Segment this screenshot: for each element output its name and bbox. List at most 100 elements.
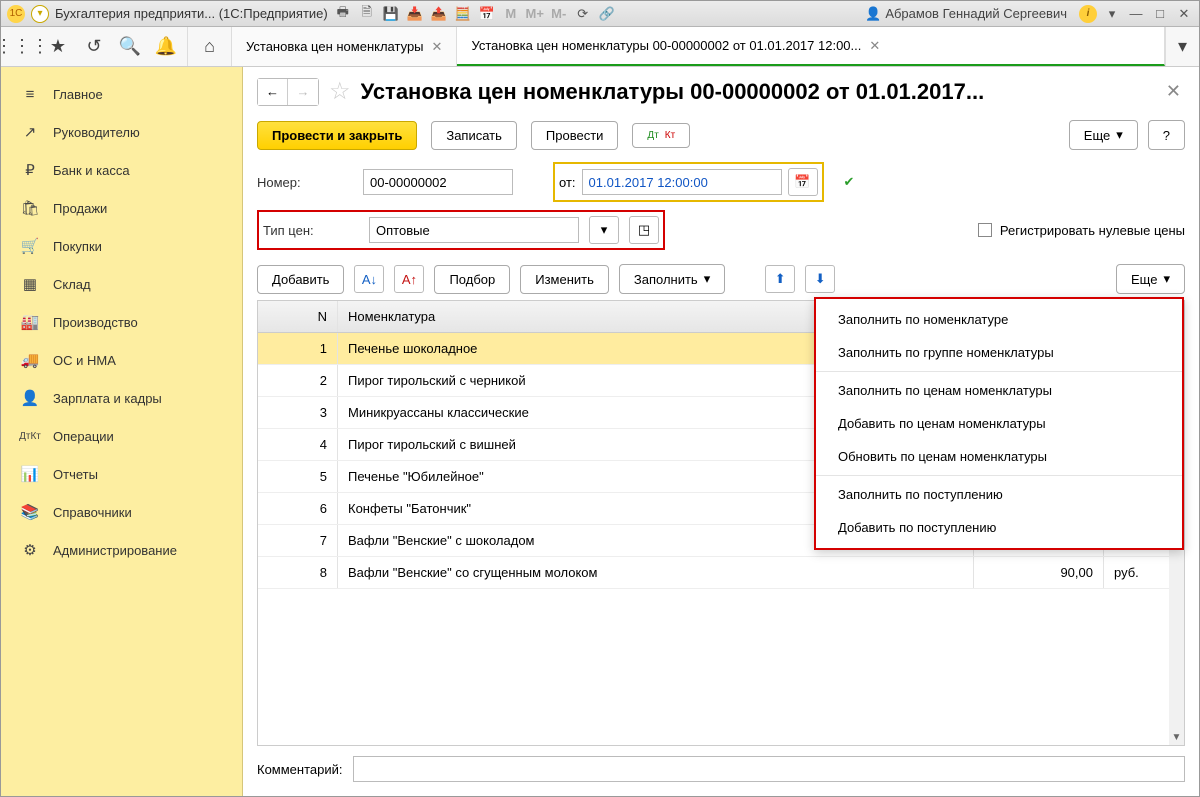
sidebar-item-manager[interactable]: ↗Руководителю [1, 113, 242, 151]
date-field[interactable]: 01.01.2017 12:00:00 [582, 169, 782, 195]
add-row-button[interactable]: Добавить [257, 265, 344, 294]
fill-by-prices[interactable]: Заполнить по ценам номенклатуры [816, 374, 1182, 407]
sidebar-item-main[interactable]: ≡Главное [1, 75, 242, 113]
tab-close-icon[interactable]: ✕ [432, 39, 443, 55]
date-label: от: [559, 175, 576, 190]
col-n[interactable]: N [258, 301, 338, 332]
search-icon[interactable]: 🔍 [119, 36, 141, 58]
save-icon[interactable]: 💾 [382, 5, 400, 23]
checkbox-icon [978, 223, 992, 237]
calc-icon[interactable]: 🧮 [454, 5, 472, 23]
sidebar-item-operations[interactable]: ДтКтОперации [1, 417, 242, 455]
calendar-icon[interactable]: 📅 [478, 5, 496, 23]
add-by-receipt[interactable]: Добавить по поступлению [816, 511, 1182, 544]
notifications-icon[interactable]: 🔔 [155, 36, 177, 58]
chevron-down-icon: ▾ [1116, 127, 1123, 143]
scroll-down-icon[interactable]: ▼ [1172, 732, 1182, 743]
change-button[interactable]: Изменить [520, 265, 609, 294]
move-up-icon[interactable]: ⬆ [765, 265, 795, 293]
print-icon[interactable]: 🖶 [334, 5, 352, 23]
refresh-icon[interactable]: ⟳ [574, 5, 592, 23]
add-by-prices[interactable]: Добавить по ценам номенклатуры [816, 407, 1182, 440]
update-by-prices[interactable]: Обновить по ценам номенклатуры [816, 440, 1182, 473]
dtkt-button[interactable]: ДтКт [632, 123, 690, 148]
fill-by-nomenclature[interactable]: Заполнить по номенклатуре [816, 303, 1182, 336]
zoom-out-icon[interactable]: M- [550, 5, 568, 23]
register-zero-checkbox[interactable]: Регистрировать нулевые цены [978, 223, 1185, 238]
price-type-select[interactable]: Оптовые [369, 217, 579, 243]
post-button[interactable]: Провести [531, 121, 619, 150]
favorite-star-icon[interactable]: ☆ [329, 77, 351, 106]
sidebar-item-bank[interactable]: ₽Банк и касса [1, 151, 242, 189]
cell-price: 90,00 [974, 557, 1104, 588]
info-icon[interactable]: i [1079, 5, 1097, 23]
favorite-icon[interactable]: ★ [47, 36, 69, 58]
fill-by-receipt[interactable]: Заполнить по поступлению [816, 478, 1182, 511]
table-toolbar: Добавить А↓ А↑ Подбор Изменить Заполнить… [257, 264, 1185, 294]
link-icon[interactable]: 🔗 [598, 5, 616, 23]
info-drop-icon[interactable]: ▾ [1103, 5, 1121, 23]
tab-close-icon[interactable]: ✕ [869, 38, 880, 54]
calendar-picker-icon[interactable]: 📅 [788, 168, 818, 196]
status-ok-icon: ✔ [844, 174, 855, 190]
sidebar-item-hr[interactable]: 👤Зарплата и кадры [1, 379, 242, 417]
forward-button[interactable]: → [288, 79, 318, 105]
clipboard2-icon[interactable]: 📤 [430, 5, 448, 23]
history-icon[interactable]: ↺ [83, 36, 105, 58]
sort-desc-icon[interactable]: А↑ [394, 265, 424, 293]
pick-button[interactable]: Подбор [434, 265, 510, 294]
cell-n: 4 [258, 429, 338, 460]
trend-icon: ↗ [21, 123, 39, 141]
comment-row: Комментарий: [257, 756, 1185, 782]
sidebar-item-production[interactable]: 🏭Производство [1, 303, 242, 341]
table-more-button[interactable]: Еще ▾ [1116, 264, 1185, 294]
fill-button[interactable]: Заполнить ▾ [619, 264, 725, 294]
sidebar-item-catalogs[interactable]: 📚Справочники [1, 493, 242, 531]
table-row[interactable]: 8Вафли "Венские" со сгущенным молоком90,… [258, 557, 1184, 589]
price-type-highlight: Тип цен: Оптовые ▾ ◳ [257, 210, 665, 250]
sort-asc-icon[interactable]: А↓ [354, 265, 384, 293]
price-type-row: Тип цен: Оптовые ▾ ◳ Регистрировать нуле… [257, 210, 1185, 250]
preview-icon[interactable]: 🗎 [358, 5, 376, 23]
help-button[interactable]: ? [1148, 120, 1185, 150]
select-dropdown-icon[interactable]: ▾ [589, 216, 619, 244]
chevron-down-icon: ▾ [1163, 271, 1170, 287]
sidebar-item-sales[interactable]: 🛍Продажи [1, 189, 242, 227]
open-ref-icon[interactable]: ◳ [629, 216, 659, 244]
number-field[interactable]: 00-00000002 [363, 169, 513, 195]
write-button[interactable]: Записать [431, 121, 517, 150]
close-doc-icon[interactable]: ✕ [1162, 77, 1185, 106]
fill-by-group[interactable]: Заполнить по группе номенклатуры [816, 336, 1182, 369]
app-window: 1С ▾ Бухгалтерия предприяти... (1С:Предп… [0, 0, 1200, 797]
zoom-in-icon[interactable]: M+ [526, 5, 544, 23]
maximize-icon[interactable]: □ [1151, 5, 1169, 23]
sidebar-item-assets[interactable]: 🚚ОС и НМА [1, 341, 242, 379]
dropdown-icon[interactable]: ▾ [31, 5, 49, 23]
clipboard1-icon[interactable]: 📥 [406, 5, 424, 23]
window-close-icon[interactable]: ✕ [1175, 5, 1193, 23]
cell-n: 1 [258, 333, 338, 364]
main-pane: ← → ☆ Установка цен номенклатуры 00-0000… [243, 67, 1199, 796]
tab-item[interactable]: Установка цен номенклатуры ✕ [232, 27, 457, 66]
sidebar-item-purchases[interactable]: 🛒Покупки [1, 227, 242, 265]
tabs-menu-icon[interactable]: ▾ [1172, 36, 1194, 58]
zoom-reset-icon[interactable]: M [502, 5, 520, 23]
minimize-icon[interactable]: — [1127, 5, 1145, 23]
action-bar: Провести и закрыть Записать Провести ДтК… [257, 120, 1185, 150]
post-and-close-button[interactable]: Провести и закрыть [257, 121, 417, 150]
cell-n: 5 [258, 461, 338, 492]
doc-header: ← → ☆ Установка цен номенклатуры 00-0000… [257, 77, 1185, 106]
comment-field[interactable] [353, 756, 1186, 782]
apps-icon[interactable]: ⋮⋮⋮ [11, 36, 33, 58]
user-icon: 👤 [865, 6, 881, 22]
sidebar-item-reports[interactable]: 📊Отчеты [1, 455, 242, 493]
price-table: N Номенклатура 1Печенье шоколадное2Пирог… [257, 300, 1185, 746]
sidebar-item-admin[interactable]: ⚙Администрирование [1, 531, 242, 569]
move-down-icon[interactable]: ⬇ [805, 265, 835, 293]
more-button[interactable]: Еще ▾ [1069, 120, 1138, 150]
tab-item-active[interactable]: Установка цен номенклатуры 00-00000002 о… [457, 27, 1165, 66]
sidebar-item-warehouse[interactable]: ▦Склад [1, 265, 242, 303]
current-user[interactable]: 👤 Абрамов Геннадий Сергеевич [859, 6, 1073, 22]
back-button[interactable]: ← [258, 79, 288, 105]
home-icon[interactable]: ⌂ [199, 36, 221, 58]
